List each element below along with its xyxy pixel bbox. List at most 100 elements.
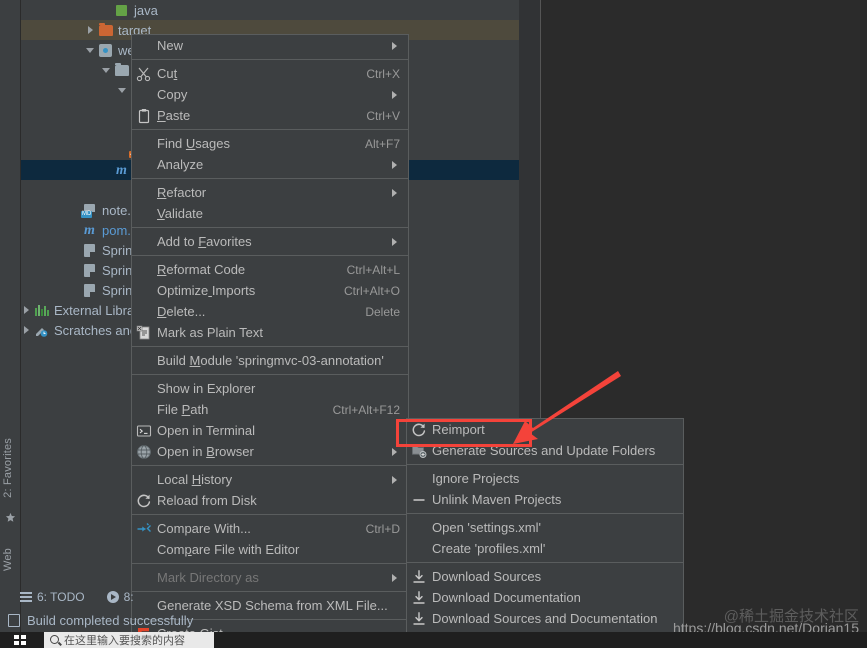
- menu-item-open-in-terminal[interactable]: Open in Terminal: [132, 420, 408, 441]
- menu-item-label: Compare File with Editor: [157, 542, 300, 557]
- tool-tab-favorites[interactable]: 2: Favorites: [2, 438, 14, 498]
- menu-item-open-settings-xml[interactable]: Open 'settings.xml': [407, 517, 683, 538]
- chevron-right-icon[interactable]: [21, 304, 33, 316]
- chevron-down-icon[interactable]: [85, 44, 97, 56]
- menu-item-label: Build Module 'springmvc-03-annotation': [157, 353, 384, 368]
- plain-text-icon: [136, 325, 152, 341]
- menu-item-reimport[interactable]: Reimport: [407, 419, 683, 440]
- menu-item-generate-sources-and-update-folders[interactable]: Generate Sources and Update Folders: [407, 440, 683, 461]
- menu-item-compare-file-with-editor[interactable]: Compare File with Editor: [132, 539, 408, 560]
- menu-item-cut[interactable]: Cut Ctrl+X: [132, 63, 408, 84]
- menu-item-delete[interactable]: Delete... Delete: [132, 301, 408, 322]
- menu-item-shortcut: Ctrl+Alt+O: [343, 283, 400, 298]
- menu-item-label: Unlink Maven Projects: [432, 492, 562, 507]
- file-context-menu[interactable]: New Cut Ctrl+X Copy Paste Ctrl+V Find Usages Al…: [131, 34, 409, 648]
- menu-item-show-in-explorer[interactable]: Show in Explorer: [132, 378, 408, 399]
- menu-item-label: Find Usages: [157, 136, 230, 151]
- menu-item-add-to-favorites[interactable]: Add to Favorites: [132, 231, 408, 252]
- menu-item-reformat-code[interactable]: Reformat Code Ctrl+Alt+L: [132, 259, 408, 280]
- menu-item-new[interactable]: New: [132, 35, 408, 56]
- menu-item-open-in-browser[interactable]: Open in Browser: [132, 441, 408, 462]
- file-icon: [81, 282, 98, 298]
- menu-separator: [132, 374, 408, 375]
- menu-item-label: Local History: [157, 472, 233, 487]
- taskbar-search-input[interactable]: 在这里输入要搜索的内容: [44, 632, 214, 648]
- chevron-right-icon[interactable]: [85, 24, 97, 36]
- menu-item-compare-with[interactable]: Compare With... Ctrl+D: [132, 518, 408, 539]
- menu-separator: [132, 255, 408, 256]
- maven-file-icon: m: [84, 223, 95, 238]
- menu-item-label: Add to Favorites: [157, 234, 252, 249]
- menu-item-local-history[interactable]: Local History: [132, 469, 408, 490]
- menu-item-label: Analyze: [157, 157, 204, 172]
- menu-item-find-usages[interactable]: Find Usages Alt+F7: [132, 133, 408, 154]
- terminal-icon: [136, 423, 152, 439]
- status-message: Build completed successfully: [27, 612, 194, 628]
- menu-item-validate[interactable]: Validate: [132, 203, 408, 224]
- menu-item-download-sources[interactable]: Download Sources: [407, 566, 683, 587]
- chevron-down-icon[interactable]: [117, 84, 129, 96]
- file-icon: [81, 262, 98, 278]
- menu-item-label: Open in Browser: [157, 444, 254, 459]
- chevron-right-icon: [390, 573, 400, 583]
- chevron-right-icon: [390, 41, 400, 51]
- status-todo-label: 6: TODO: [37, 590, 85, 604]
- menu-item-label: Show in Explorer: [157, 381, 256, 396]
- status-todo-button[interactable]: 6: TODO: [20, 590, 85, 604]
- tree-row[interactable]: java: [21, 0, 519, 20]
- menu-separator: [407, 513, 683, 514]
- menu-item-label: Compare With...: [157, 521, 251, 536]
- menu-item-copy[interactable]: Copy: [132, 84, 408, 105]
- menu-item-analyze[interactable]: Analyze: [132, 154, 408, 175]
- menu-item-mark-directory-as[interactable]: Mark Directory as: [132, 567, 408, 588]
- menu-separator: [132, 178, 408, 179]
- menu-item-file-path[interactable]: File Path Ctrl+Alt+F12: [132, 399, 408, 420]
- menu-separator: [132, 59, 408, 60]
- favorites-star-icon: [5, 512, 16, 522]
- chevron-right-icon: [390, 447, 400, 457]
- search-icon: [50, 635, 59, 644]
- menu-item-shortcut: Alt+F7: [364, 136, 400, 151]
- menu-separator: [132, 346, 408, 347]
- menu-item-reload-from-disk[interactable]: Reload from Disk: [132, 490, 408, 511]
- menu-item-label: Reimport: [432, 422, 485, 437]
- scissors-icon: [136, 66, 152, 82]
- windows-taskbar: 在这里输入要搜索的内容: [0, 632, 867, 648]
- folder-icon: [113, 62, 130, 78]
- menu-item-label: Generate Sources and Update Folders: [432, 443, 656, 458]
- folder-orange-icon: [97, 22, 114, 38]
- menu-item-label: Delete...: [157, 304, 206, 319]
- menu-separator: [132, 465, 408, 466]
- file-icon: [81, 242, 98, 258]
- chevron-down-icon[interactable]: [101, 64, 113, 76]
- menu-item-unlink-maven-projects[interactable]: Unlink Maven Projects: [407, 489, 683, 510]
- taskbar-search-placeholder: 在这里输入要搜索的内容: [64, 635, 185, 647]
- menu-separator: [132, 563, 408, 564]
- menu-item-label: Mark Directory as: [157, 570, 259, 585]
- chevron-right-icon: [390, 188, 400, 198]
- windows-logo-icon[interactable]: [14, 635, 27, 646]
- menu-separator: [132, 514, 408, 515]
- menu-item-label: Reload from Disk: [157, 493, 257, 508]
- menu-item-build-module-springmvc-03-annotation[interactable]: Build Module 'springmvc-03-annotation': [132, 350, 408, 371]
- menu-item-label: Refactor: [157, 185, 207, 200]
- menu-item-create-profiles-xml[interactable]: Create 'profiles.xml': [407, 538, 683, 559]
- menu-item-refactor[interactable]: Refactor: [132, 182, 408, 203]
- menu-item-optimize-imports[interactable]: Optimize Imports Ctrl+Alt+O: [132, 280, 408, 301]
- menu-item-ignore-projects[interactable]: Ignore Projects: [407, 468, 683, 489]
- menu-item-shortcut: Delete: [365, 304, 400, 319]
- menu-item-paste[interactable]: Paste Ctrl+V: [132, 105, 408, 126]
- menu-item-mark-as-plain-text[interactable]: Mark as Plain Text: [132, 322, 408, 343]
- tool-tab-web[interactable]: Web: [2, 548, 14, 571]
- status-run-button[interactable]: 8:: [106, 590, 134, 604]
- chevron-right-icon[interactable]: [21, 324, 33, 336]
- globe-icon: [136, 444, 152, 460]
- tree-row-label: java: [134, 2, 158, 18]
